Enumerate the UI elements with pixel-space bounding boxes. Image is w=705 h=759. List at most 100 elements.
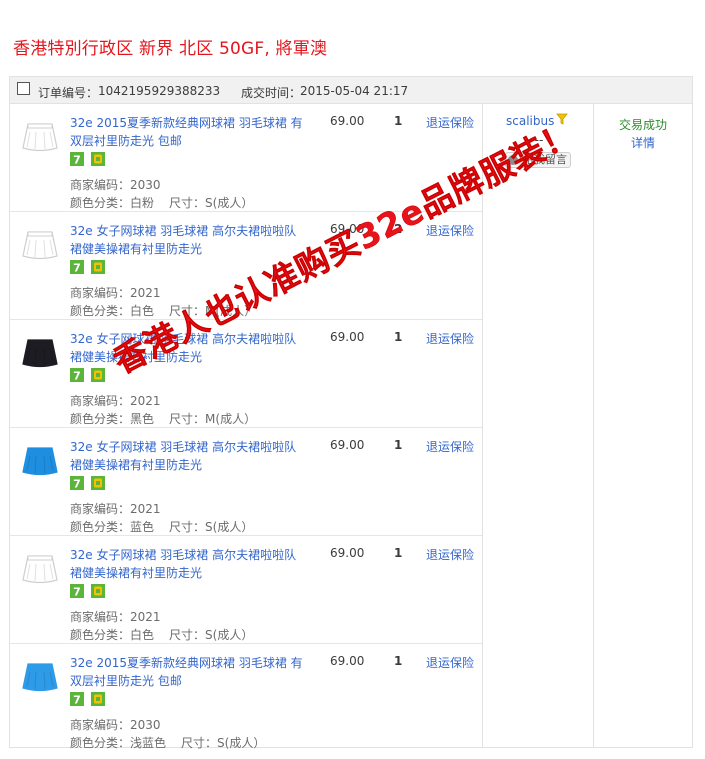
product-thumbnail[interactable] [20,658,60,696]
merchant-code-value: 2030 [130,178,161,192]
order-details-link[interactable]: 详情 [593,134,693,151]
item-quantity: 1 [394,546,403,560]
merchant-code: 商家编码：2030 [70,716,161,733]
guarantee-icon [90,152,105,166]
merchant-code-value: 2021 [130,610,161,624]
return-insurance-link[interactable]: 退运保险 [426,438,474,455]
trade-status: 交易成功 [618,118,667,132]
item-quantity: 1 [394,654,403,668]
service-badges: 7 [70,152,108,168]
sku-attributes: 颜色分类：浅蓝色 尺寸：S(成人） [70,734,265,751]
seven-day-return-icon: 7 [70,368,84,382]
color-value: 浅蓝色 [130,736,167,750]
item-price: 69.00 [330,654,365,668]
size-label: 尺寸： [169,196,206,210]
size-label: 尺寸： [181,736,218,750]
shipping-address-header: 香港特別行政区 新界 北区 50GF, 將軍澳 [13,39,328,59]
return-insurance-link[interactable]: 退运保险 [426,114,474,131]
color-label: 颜色分类： [70,520,131,534]
product-title-link[interactable]: 32e 女子网球裙 羽毛球裙 高尔夫裙啦啦队裙健美操裙有衬里防走光 [70,438,306,474]
size-value: S(成人） [205,196,254,210]
merchant-code-value: 2021 [130,502,161,516]
order-number: 1042195929388233 [98,84,221,98]
order-time-label: 成交时间： [241,86,302,100]
merchant-code-value: 2021 [130,286,161,300]
product-thumbnail[interactable] [20,118,60,156]
svg-text:7: 7 [73,370,81,383]
guarantee-icon [90,476,105,490]
color-value: 黑色 [130,412,155,426]
seven-day-return-icon: 7 [70,692,84,706]
product-title-link[interactable]: 32e 2015夏季新款经典网球裙 羽毛球裙 有双层衬里防走光 包邮 [70,114,306,150]
size-value: S(成人） [205,628,254,642]
svg-text:7: 7 [73,262,81,275]
size-label: 尺寸： [169,520,206,534]
merchant-code-value: 2021 [130,394,161,408]
color-label: 颜色分类： [70,304,131,318]
seven-day-return-icon: 7 [70,152,84,166]
product-thumbnail[interactable] [20,226,60,264]
guarantee-icon [90,692,105,706]
svg-text:7: 7 [73,694,81,707]
service-badges: 7 [70,368,108,384]
product-thumbnail[interactable] [20,334,60,372]
service-badges: 7 [70,476,108,492]
seven-day-return-icon: 7 [70,476,84,490]
svg-text:7: 7 [73,478,81,491]
merchant-code-label: 商家编码： [70,610,131,624]
order-header: 订单编号： 1042195929388233 成交时间： 2015-05-04 … [10,77,692,104]
order-card: 订单编号： 1042195929388233 成交时间： 2015-05-04 … [9,76,693,750]
order-item-row: 32e 女子网球裙 羽毛球裙 高尔夫裙啦啦队裙健美操裙有衬里防走光 7 商家编码… [10,428,482,536]
size-value: M(成人） [205,412,257,426]
item-quantity: 1 [394,114,403,128]
item-price: 69.00 [330,546,365,560]
color-value: 白色 [130,628,155,642]
color-label: 颜色分类： [70,412,131,426]
order-select-checkbox[interactable] [17,82,30,95]
sku-attributes: 颜色分类：蓝色 尺寸：S(成人） [70,518,253,535]
service-badges: 7 [70,692,108,708]
order-item-row: 32e 2015夏季新款经典网球裙 羽毛球裙 有双层衬里防走光 包邮 7 商家编… [10,644,482,752]
color-label: 颜色分类： [70,736,131,750]
size-value: S(成人） [217,736,266,750]
sku-attributes: 颜色分类：白色 尺寸：S(成人） [70,626,253,643]
merchant-code-label: 商家编码： [70,394,131,408]
guarantee-icon [90,368,105,382]
merchant-code: 商家编码：2030 [70,176,161,193]
service-badges: 7 [70,584,108,600]
merchant-code-label: 商家编码： [70,178,131,192]
color-value: 白粉 [130,196,155,210]
return-insurance-link[interactable]: 退运保险 [426,546,474,563]
merchant-code-label: 商家编码： [70,502,131,516]
item-quantity: 1 [394,330,403,344]
color-label: 颜色分类： [70,196,131,210]
size-label: 尺寸： [169,412,206,426]
service-badges: 7 [70,260,108,276]
item-price: 69.00 [330,438,365,452]
size-label: 尺寸： [169,628,206,642]
svg-text:7: 7 [73,154,81,167]
merchant-code: 商家编码：2021 [70,284,161,301]
product-title-link[interactable]: 32e 女子网球裙 羽毛球裙 高尔夫裙啦啦队裙健美操裙有衬里防走光 [70,546,306,582]
merchant-code-value: 2030 [130,718,161,732]
product-thumbnail[interactable] [20,442,60,480]
return-insurance-link[interactable]: 退运保险 [426,330,474,347]
column-divider [593,104,594,747]
svg-text:7: 7 [73,586,81,599]
merchant-code: 商家编码：2021 [70,500,161,517]
item-quantity: 1 [394,438,403,452]
order-time: 2015-05-04 21:17 [300,84,409,98]
merchant-code: 商家编码：2021 [70,608,161,625]
order-item-row: 32e 女子网球裙 羽毛球裙 高尔夫裙啦啦队裙健美操裙有衬里防走光 7 商家编码… [10,320,482,428]
return-insurance-link[interactable]: 退运保险 [426,654,474,671]
product-thumbnail[interactable] [20,550,60,588]
merchant-code-label: 商家编码： [70,286,131,300]
merchant-code: 商家编码：2021 [70,392,161,409]
item-price: 69.00 [330,330,365,344]
seven-day-return-icon: 7 [70,260,84,274]
guarantee-icon [90,584,105,598]
color-value: 蓝色 [130,520,155,534]
merchant-code-label: 商家编码： [70,718,131,732]
product-title-link[interactable]: 32e 女子网球裙 羽毛球裙 高尔夫裙啦啦队裙健美操裙有衬里防走光 [70,222,306,258]
product-title-link[interactable]: 32e 2015夏季新款经典网球裙 羽毛球裙 有双层衬里防走光 包邮 [70,654,306,690]
